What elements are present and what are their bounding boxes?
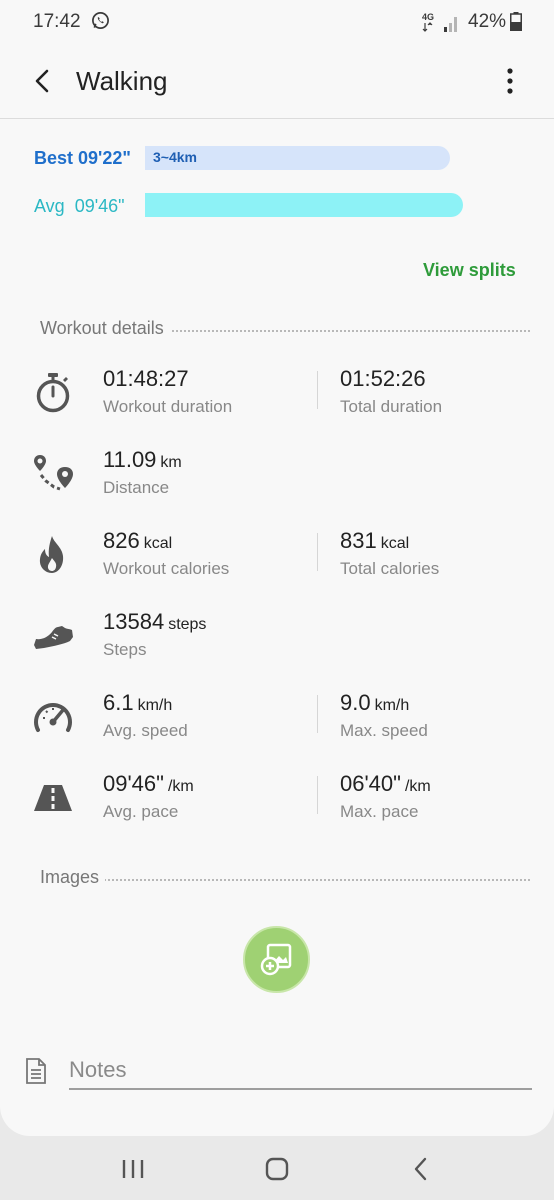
steps-cell: 13584 steps Steps (103, 609, 206, 660)
distance-cell: 11.09 km Distance (103, 447, 182, 498)
steps-unit: steps (168, 616, 207, 633)
avg-pace-cell: 09'46"/km Avg. pace (103, 771, 194, 822)
recent-apps-icon[interactable] (118, 1154, 148, 1184)
max-speed-cell: 9.0 km/h Max. speed (340, 690, 428, 741)
max-speed-unit: km/h (374, 697, 410, 714)
column-divider (317, 533, 318, 571)
workout-details-header: Workout details (40, 318, 530, 340)
max-pace-cell: 06'40"/km Max. pace (340, 771, 431, 822)
nav-back-icon[interactable] (406, 1154, 436, 1184)
road-icon (34, 785, 72, 811)
avg-pace-value: 09'46" (103, 771, 164, 796)
distance-label: Distance (103, 478, 170, 497)
avg-speed-unit: km/h (137, 697, 173, 714)
view-splits-link[interactable]: View splits (423, 260, 516, 281)
shoe-icon (34, 626, 73, 649)
flame-icon (39, 536, 64, 573)
section-title: Images (40, 867, 106, 887)
detail-row-distance: 11.09 km Distance (0, 447, 554, 517)
more-options-icon[interactable] (500, 66, 520, 96)
column-divider (317, 695, 318, 733)
best-split-bar: 3~4km (145, 146, 450, 170)
add-image-button[interactable] (243, 926, 310, 993)
max-speed-label: Max. speed (340, 721, 428, 740)
home-icon[interactable] (262, 1154, 292, 1184)
detail-row-speed: 6.1 km/h Avg. speed 9.0 km/h Max. speed (0, 690, 554, 760)
route-icon (34, 455, 73, 491)
detail-row-duration: 01:48:27 Workout duration 01:52:26 Total… (0, 366, 554, 436)
avg-speed-label: Avg. speed (103, 721, 188, 740)
system-nav-bar (0, 1136, 554, 1200)
notes-input[interactable] (69, 1052, 532, 1090)
workout-calories-value: 826 (103, 528, 140, 553)
max-speed-value: 9.0 (340, 690, 371, 715)
distance-value: 11.09 (103, 447, 157, 472)
column-divider (317, 371, 318, 409)
detail-row-pace: 09'46"/km Avg. pace 06'40"/km Max. pace (0, 771, 554, 841)
total-duration-label: Total duration (340, 397, 443, 416)
best-split-range: 3~4km (153, 149, 197, 165)
page-title: Walking (76, 66, 168, 96)
section-divider (40, 879, 530, 881)
total-duration-value: 01:52:26 (340, 366, 426, 391)
notes-icon (26, 1058, 46, 1084)
back-arrow-icon[interactable] (30, 66, 56, 96)
total-calories-unit: kcal (380, 535, 410, 552)
avg-split-label: Avg 09'46" (34, 196, 125, 216)
speedometer-icon (34, 703, 72, 732)
status-time: 17:42 (33, 11, 81, 32)
total-duration-cell: 01:52:26 Total duration (340, 366, 442, 417)
avg-pace-unit: /km (167, 778, 194, 795)
images-header: Images (40, 867, 530, 889)
distance-unit: km (160, 454, 182, 471)
workout-duration-value: 01:48:27 (103, 366, 189, 391)
section-title: Workout details (40, 318, 170, 338)
total-calories-label: Total calories (340, 559, 440, 578)
battery-icon (510, 12, 522, 31)
column-divider (317, 776, 318, 814)
max-pace-value: 06'40" (340, 771, 401, 796)
app-bar: Walking (0, 44, 554, 119)
workout-calories-label: Workout calories (103, 559, 230, 578)
workout-duration-cell: 01:48:27 Workout duration (103, 366, 232, 417)
network-signal-icon: 4G (422, 12, 457, 32)
steps-label: Steps (103, 640, 147, 659)
avg-speed-value: 6.1 (103, 690, 134, 715)
whatsapp-icon (92, 12, 109, 29)
detail-row-steps: 13584 steps Steps (0, 609, 554, 679)
avg-split-bar (145, 193, 463, 217)
workout-duration-label: Workout duration (103, 397, 233, 416)
total-calories-cell: 831 kcal Total calories (340, 528, 439, 579)
network-type: 4G (422, 12, 434, 22)
detail-row-calories: 826 kcal Workout calories 831 kcal Total c… (0, 528, 554, 598)
screen: 17:42 4G 42% Walking Best 09'22" 3~4km A… (0, 0, 554, 1136)
max-pace-unit: /km (404, 778, 431, 795)
best-split-label: Best 09'22" (34, 148, 131, 168)
stopwatch-icon (36, 373, 70, 413)
max-pace-label: Max. pace (340, 802, 419, 821)
workout-calories-unit: kcal (143, 535, 173, 552)
avg-pace-label: Avg. pace (103, 802, 179, 821)
avg-speed-cell: 6.1 km/h Avg. speed (103, 690, 188, 741)
add-image-icon (260, 943, 292, 976)
status-bar: 17:42 4G 42% (0, 0, 554, 44)
workout-calories-cell: 826 kcal Workout calories (103, 528, 229, 579)
battery-percent: 42% (468, 11, 507, 32)
steps-value: 13584 (103, 609, 165, 634)
total-calories-value: 831 (340, 528, 377, 553)
